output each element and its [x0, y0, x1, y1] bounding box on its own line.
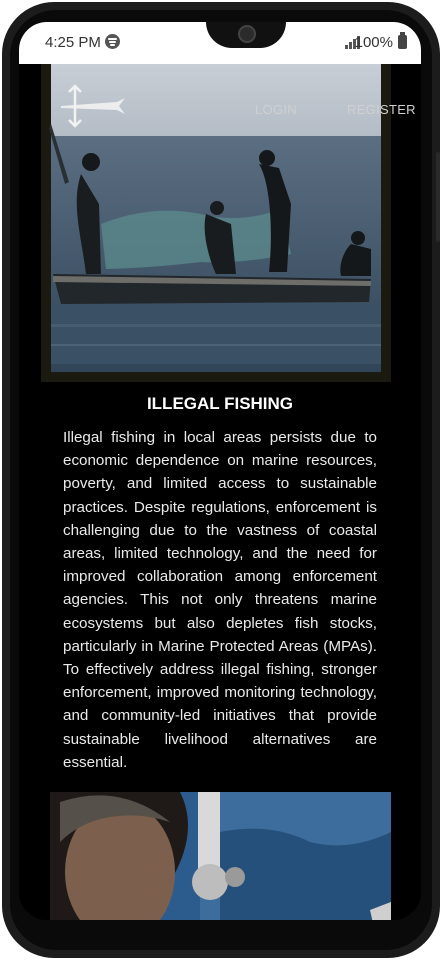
- notch: [206, 22, 286, 48]
- screen: 4:25 PM 100% LOGIN REGISTER ILLEGAL FISH…: [19, 22, 421, 920]
- article-body: Illegal fishing in local areas persists …: [63, 429, 377, 771]
- page-content[interactable]: LOGIN REGISTER ILLEGAL FISHING Illegal f…: [19, 64, 421, 920]
- camera-icon: [238, 25, 256, 43]
- battery-percentage: 100%: [354, 34, 393, 51]
- status-bar: 4:25 PM 100%: [19, 22, 421, 64]
- register-link[interactable]: REGISTER: [347, 102, 416, 117]
- spotify-icon: [105, 34, 120, 49]
- side-button: [436, 152, 440, 242]
- battery-icon: [398, 32, 407, 49]
- hero-image: [41, 64, 391, 382]
- login-link[interactable]: LOGIN: [255, 102, 297, 117]
- diver-photo: [50, 792, 391, 920]
- second-image: [50, 792, 391, 920]
- status-time: 4:25 PM: [45, 34, 101, 51]
- article-title: ILLEGAL FISHING: [146, 394, 294, 413]
